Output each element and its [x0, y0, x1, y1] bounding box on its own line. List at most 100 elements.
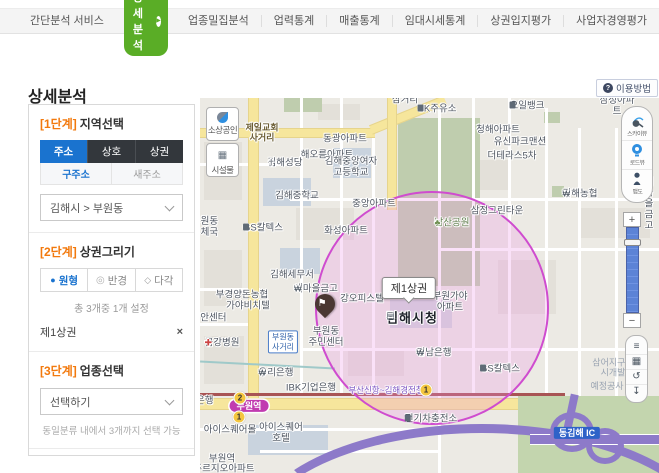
area-count-text: 총 3개중 1개 설정 [40, 300, 183, 315]
map-label: ✚금강병원 [205, 339, 240, 350]
road-number-badge: 1 [233, 411, 246, 424]
step3-section: [3단계]업종선택 선택하기 동일분류 내에서 3개까지 선택 가능 [29, 352, 194, 449]
map-label: ₩김해농협 [563, 190, 598, 201]
nav-item-sales-stats[interactable]: 매출통계 [326, 15, 391, 27]
pegman-button[interactable]: 맵도 [622, 169, 652, 198]
nav-item-detail-analysis-active[interactable]: 상세분석 [124, 0, 168, 56]
pegman-icon [630, 172, 644, 186]
nav-item-density-analysis[interactable]: 업종밀집분석 [176, 15, 261, 27]
mode-polygon[interactable]: 다각 [135, 269, 182, 291]
satellite-dish-icon [630, 114, 645, 128]
region-select[interactable]: 김해시 > 부원동 [40, 194, 183, 221]
category-select[interactable]: 선택하기 [40, 388, 183, 415]
map-label: 전기차충전소 [405, 415, 457, 426]
nav-item-owner-rating[interactable]: 사업자경영평가 [563, 15, 659, 27]
arrow-circle-icon [156, 16, 161, 27]
map-label: ♣남산공원 [435, 219, 470, 230]
chevron-down-icon [165, 201, 175, 211]
map-label: GS칼텍스 [480, 365, 520, 376]
map-label: ₩새마을금고 [294, 285, 338, 296]
map-tool-controls [625, 335, 648, 403]
layer-button-facilities[interactable]: 시설물 [206, 143, 239, 177]
won-icon: ₩ [417, 349, 425, 358]
won-icon: ₩ [259, 369, 267, 378]
map-canvas[interactable]: 삼거리제일교회 사거리동광아파트해오름아파트✝김해성당김해중앙여자 고등학교김해… [200, 98, 659, 473]
mode-radius-label: 반경 [108, 273, 127, 288]
chevron-down-icon [165, 395, 175, 405]
subtab-old-address[interactable]: 구주소 [41, 163, 111, 184]
map-label: 김해중학교 [275, 192, 319, 203]
mode-radius[interactable]: 반경 [87, 269, 134, 291]
zoom-slider-handle[interactable] [624, 239, 641, 246]
map-label: ₩경남은행 [417, 349, 452, 360]
map-label: 부원동 우체국 [200, 217, 218, 239]
layer-button-sobusiness[interactable]: 소상공인 [206, 107, 239, 141]
won-icon: ₩ [563, 190, 571, 199]
list-tool-icon[interactable] [626, 340, 647, 354]
area-label-bubble: 제1상권 [382, 277, 436, 299]
map-label: 아이스퀘어 호텔 [259, 423, 303, 445]
zoom-in-button[interactable]: + [623, 212, 641, 227]
map-label: 동광아파트 [323, 135, 367, 146]
hall-icon: ▤ [386, 312, 395, 321]
step2-heading: [2단계]상권그리기 [40, 243, 183, 260]
map-label: 부원동 주민센터 [309, 327, 344, 349]
address-subtabs: 구주소 새주소 [40, 163, 183, 185]
nav-item-rent-stats[interactable]: 임대시세통계 [392, 15, 478, 27]
nav-item-business-age-stats[interactable]: 업력통계 [261, 15, 326, 27]
road-number-badge: 1 [420, 384, 433, 397]
map-label: 부원가야 아파트 [433, 292, 468, 314]
gas-icon [243, 224, 249, 231]
step2-section: [2단계]상권그리기 원형 반경 다각 총 3개중 1개 설정 제1상권 × [29, 233, 194, 352]
layer-button-label: 시설물 [212, 164, 234, 176]
help-button[interactable]: 이용방법 [596, 79, 658, 97]
nav-item-location-rating[interactable]: 상권입지평가 [477, 15, 563, 27]
map-label: 더테라스5차 [488, 152, 537, 163]
map-label: 삼정그린타운 [471, 207, 523, 218]
zoom-control: + − [623, 212, 641, 328]
step2-title: 상권그리기 [80, 245, 135, 259]
zoom-slider-track[interactable] [626, 227, 639, 313]
map-label: 오일뱅크 [510, 102, 545, 113]
semas-logo-icon [217, 112, 228, 123]
step1-heading: [1단계]지역선택 [40, 115, 183, 132]
roadview-camera-icon [630, 143, 644, 157]
radius-icon [96, 274, 105, 286]
map-label: 동김해 IC [554, 427, 600, 439]
undo-tool-icon[interactable] [626, 369, 647, 384]
tab-store-name[interactable]: 상호 [88, 140, 136, 163]
roadview-button[interactable]: 로드뷰 [622, 140, 652, 169]
top-nav: 간단분석 서비스 상세분석 업종밀집분석 업력통계 매출통계 임대시세통계 상권… [0, 8, 659, 34]
church-icon: ✝ [268, 159, 276, 168]
zoom-out-button[interactable]: − [623, 313, 641, 328]
region-tabs: 주소 상호 상권 [40, 140, 183, 163]
cadastral-tool-icon[interactable] [626, 354, 647, 369]
map-label: 유신파크맨션 [494, 138, 546, 149]
mode-circle[interactable]: 원형 [41, 269, 87, 291]
circle-icon [50, 274, 55, 286]
mode-polygon-label: 다각 [154, 273, 173, 288]
nav-item-simple-analysis[interactable]: 간단분석 서비스 [18, 15, 116, 27]
map-label: GS칼텍스 [243, 224, 283, 235]
mode-circle-label: 원형 [59, 273, 78, 288]
map-label: 부원역 [209, 455, 235, 466]
remove-area-button[interactable]: × [177, 327, 183, 338]
draw-mode-buttons: 원형 반경 다각 [40, 268, 183, 292]
category-note: 동일분류 내에서 3개까지 선택 가능 [40, 423, 183, 437]
map-label: IBK기업은행 [286, 384, 336, 395]
map-label: 청해아파트 [476, 126, 520, 137]
tab-trade-area[interactable]: 상권 [136, 140, 183, 163]
map-label: 경남은행 [200, 397, 213, 408]
skyview-button[interactable]: 스카이뷰 [622, 112, 652, 140]
trade-area-row: 제1상권 × [40, 324, 183, 340]
pegman-label: 맵도 [632, 187, 642, 196]
map-label: ₩우리은행 [259, 369, 294, 380]
gas-icon [418, 105, 424, 112]
layer-button-label: 소상공인 [208, 124, 237, 136]
save-tool-icon[interactable] [626, 384, 647, 399]
map-label: 부원동 사거리 [268, 330, 298, 353]
step1-title: 지역선택 [80, 117, 124, 131]
subtab-new-address[interactable]: 새주소 [111, 163, 182, 184]
tab-address[interactable]: 주소 [40, 140, 88, 163]
map-view-controls: 스카이뷰 로드뷰 맵도 [621, 106, 653, 203]
